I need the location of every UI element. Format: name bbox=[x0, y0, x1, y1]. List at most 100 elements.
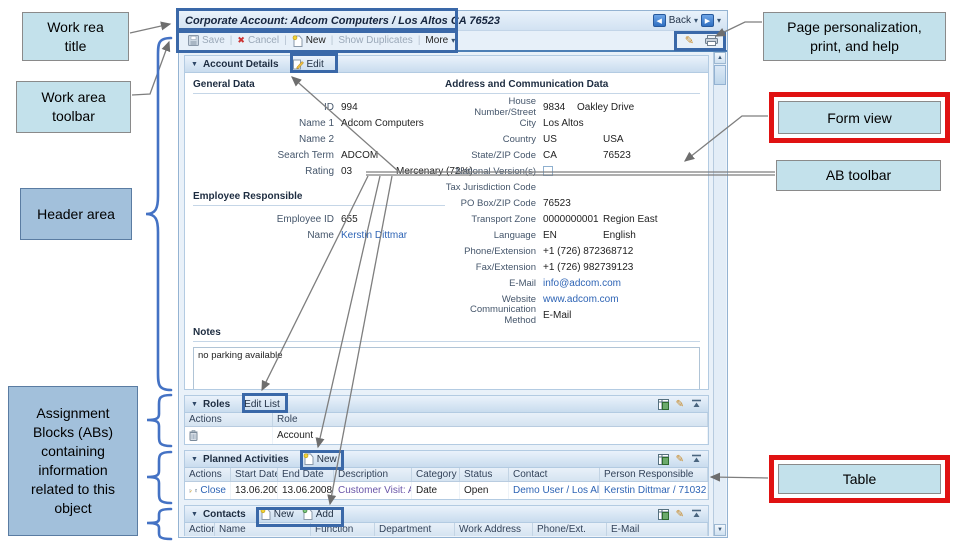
edit-list-button[interactable]: Edit List bbox=[244, 399, 280, 410]
email-link[interactable]: info@adcom.com bbox=[543, 278, 621, 289]
forward-icon[interactable]: ▶ bbox=[700, 14, 714, 27]
field-value: 9834 bbox=[543, 101, 566, 113]
close-activity-link[interactable]: Close bbox=[200, 485, 226, 496]
new-contact-button[interactable]: New bbox=[260, 508, 294, 520]
work-area-titlebar: Corporate Account: Adcom Computers / Los… bbox=[179, 11, 727, 31]
table-row: Account bbox=[185, 427, 708, 444]
collapse-triangle-icon[interactable]: ▼ bbox=[191, 456, 198, 463]
field-label: Name bbox=[307, 229, 334, 241]
column-header[interactable]: Contact bbox=[509, 468, 600, 481]
field-value: 76523 bbox=[543, 197, 571, 209]
collapse-block-icon[interactable] bbox=[691, 509, 702, 519]
field-value: +1 (726) 872368712 bbox=[543, 245, 634, 257]
back-icon[interactable]: ◀ bbox=[652, 14, 666, 27]
callout-form-view: Form view bbox=[778, 101, 941, 134]
field-value: 994 bbox=[341, 101, 358, 113]
scroll-up-icon[interactable]: ▲ bbox=[714, 52, 726, 64]
column-header[interactable]: Function bbox=[311, 523, 375, 536]
save-button[interactable]: Save bbox=[188, 35, 225, 46]
export-spreadsheet-icon[interactable] bbox=[657, 508, 669, 520]
field-value: CA bbox=[543, 149, 557, 161]
vertical-scrollbar[interactable]: ▲ ▼ bbox=[713, 52, 726, 536]
category-cell: Date bbox=[412, 482, 460, 499]
person-responsible-link[interactable]: Kerstin Dittmar / 71032 S... bbox=[600, 482, 708, 499]
column-header[interactable]: Category bbox=[412, 468, 460, 481]
collapse-triangle-icon[interactable]: ▼ bbox=[191, 511, 198, 518]
section-address-communication: Address and Communication Data bbox=[445, 77, 700, 94]
column-header[interactable]: Description bbox=[334, 468, 412, 481]
field-label: ID bbox=[324, 101, 334, 113]
new-button[interactable]: New bbox=[292, 34, 326, 47]
back-button[interactable]: Back bbox=[669, 15, 691, 26]
ab-roles: ▼ Roles Edit List ✎ Actions Role Account bbox=[184, 395, 709, 445]
column-header[interactable]: Actions bbox=[185, 468, 231, 481]
more-dropdown-icon: ▾ bbox=[451, 36, 456, 45]
collapse-block-icon[interactable] bbox=[691, 399, 702, 409]
callout-assignment-blocks: Assignment Blocks (ABs) containing infor… bbox=[8, 386, 138, 536]
collapse-block-icon[interactable] bbox=[691, 454, 702, 464]
field-label: City bbox=[519, 117, 536, 129]
delete-icon[interactable] bbox=[189, 430, 198, 441]
notes-textarea[interactable]: no parking available bbox=[193, 347, 700, 389]
export-spreadsheet-icon[interactable] bbox=[657, 398, 669, 410]
column-header[interactable]: Department bbox=[375, 523, 455, 536]
column-header[interactable]: Phone/Ext. bbox=[533, 523, 607, 536]
edit-button[interactable]: Edit bbox=[292, 59, 324, 70]
collapse-triangle-icon[interactable]: ▼ bbox=[191, 61, 198, 68]
field-label: State/ZIP Code bbox=[471, 149, 536, 161]
field-value: US bbox=[543, 133, 557, 145]
field-value-2: Region East bbox=[603, 213, 658, 225]
employee-name-link[interactable]: Kerstin Dittmar bbox=[341, 230, 407, 241]
column-header[interactable]: Actions bbox=[185, 413, 273, 426]
table-row: Close 13.06.2008 13.06.2008 Customer Vis… bbox=[185, 482, 708, 499]
field-label: E-Mail bbox=[509, 277, 536, 289]
field-value: E-Mail bbox=[543, 309, 572, 321]
field-label: Transport Zone bbox=[471, 213, 536, 225]
more-button[interactable]: More ▾ bbox=[425, 35, 455, 46]
show-duplicates-button[interactable]: Show Duplicates bbox=[338, 35, 412, 46]
column-header[interactable]: Person Responsible bbox=[600, 468, 708, 481]
scroll-down-icon[interactable]: ▼ bbox=[714, 524, 726, 536]
field-label: Search Term bbox=[277, 149, 334, 161]
cancel-button[interactable]: ✖ Cancel bbox=[237, 35, 279, 46]
website-link[interactable]: www.adcom.com bbox=[543, 294, 619, 305]
new-activity-button[interactable]: New bbox=[303, 453, 337, 465]
column-header[interactable]: Role bbox=[273, 413, 708, 426]
column-header[interactable]: Start Date bbox=[231, 468, 278, 481]
scrollbar-thumb[interactable] bbox=[714, 65, 726, 85]
back-dropdown-icon[interactable]: ▾ bbox=[694, 16, 698, 25]
callout-page-personalization: Page personalization, print, and help bbox=[763, 12, 946, 61]
collapse-triangle-icon[interactable]: ▼ bbox=[191, 401, 198, 408]
field-label: Website bbox=[501, 293, 536, 305]
personalize-icon[interactable]: ✎ bbox=[676, 509, 684, 520]
column-header[interactable]: E-Mail bbox=[607, 523, 708, 536]
edit-row-icon[interactable] bbox=[189, 486, 192, 496]
column-header[interactable]: End Date bbox=[278, 468, 334, 481]
personalize-icon[interactable]: ✎ bbox=[685, 34, 694, 47]
field-label: Rating bbox=[305, 165, 334, 177]
national-versions-checkbox[interactable] bbox=[543, 166, 553, 176]
ab-title: Contacts bbox=[202, 508, 246, 520]
column-header[interactable]: Status bbox=[460, 468, 509, 481]
personalize-icon[interactable]: ✎ bbox=[676, 399, 684, 410]
ab-contacts-header: ▼ Contacts New Add ✎ bbox=[185, 506, 708, 523]
column-header[interactable]: Actions bbox=[185, 523, 215, 536]
ab-contacts: ▼ Contacts New Add ✎ Actio Name Function… bbox=[184, 505, 709, 536]
contact-link[interactable]: Demo User / Los Altos CA... bbox=[509, 482, 600, 499]
forward-dropdown-icon[interactable]: ▾ bbox=[717, 16, 721, 25]
personalize-icon[interactable]: ✎ bbox=[676, 454, 684, 465]
work-area-content: ▼ Account Details Edit General Data ID 99… bbox=[180, 52, 713, 536]
description-link[interactable]: Customer Visit: Adco... bbox=[334, 482, 412, 499]
export-spreadsheet-icon[interactable] bbox=[657, 453, 669, 465]
field-label: Employee ID bbox=[276, 213, 334, 225]
print-icon[interactable] bbox=[705, 35, 718, 46]
new-document-icon bbox=[292, 34, 303, 47]
delete-icon[interactable] bbox=[195, 485, 198, 496]
ab-account-details: ▼ Account Details Edit General Data ID 99… bbox=[184, 55, 709, 390]
column-header[interactable]: Work Address bbox=[455, 523, 533, 536]
add-contact-button[interactable]: Add bbox=[302, 508, 334, 520]
column-header[interactable]: Name bbox=[215, 523, 311, 536]
edit-icon bbox=[292, 59, 304, 69]
field-value: Los Altos bbox=[543, 117, 584, 129]
field-label: National Version(s) bbox=[455, 165, 536, 177]
